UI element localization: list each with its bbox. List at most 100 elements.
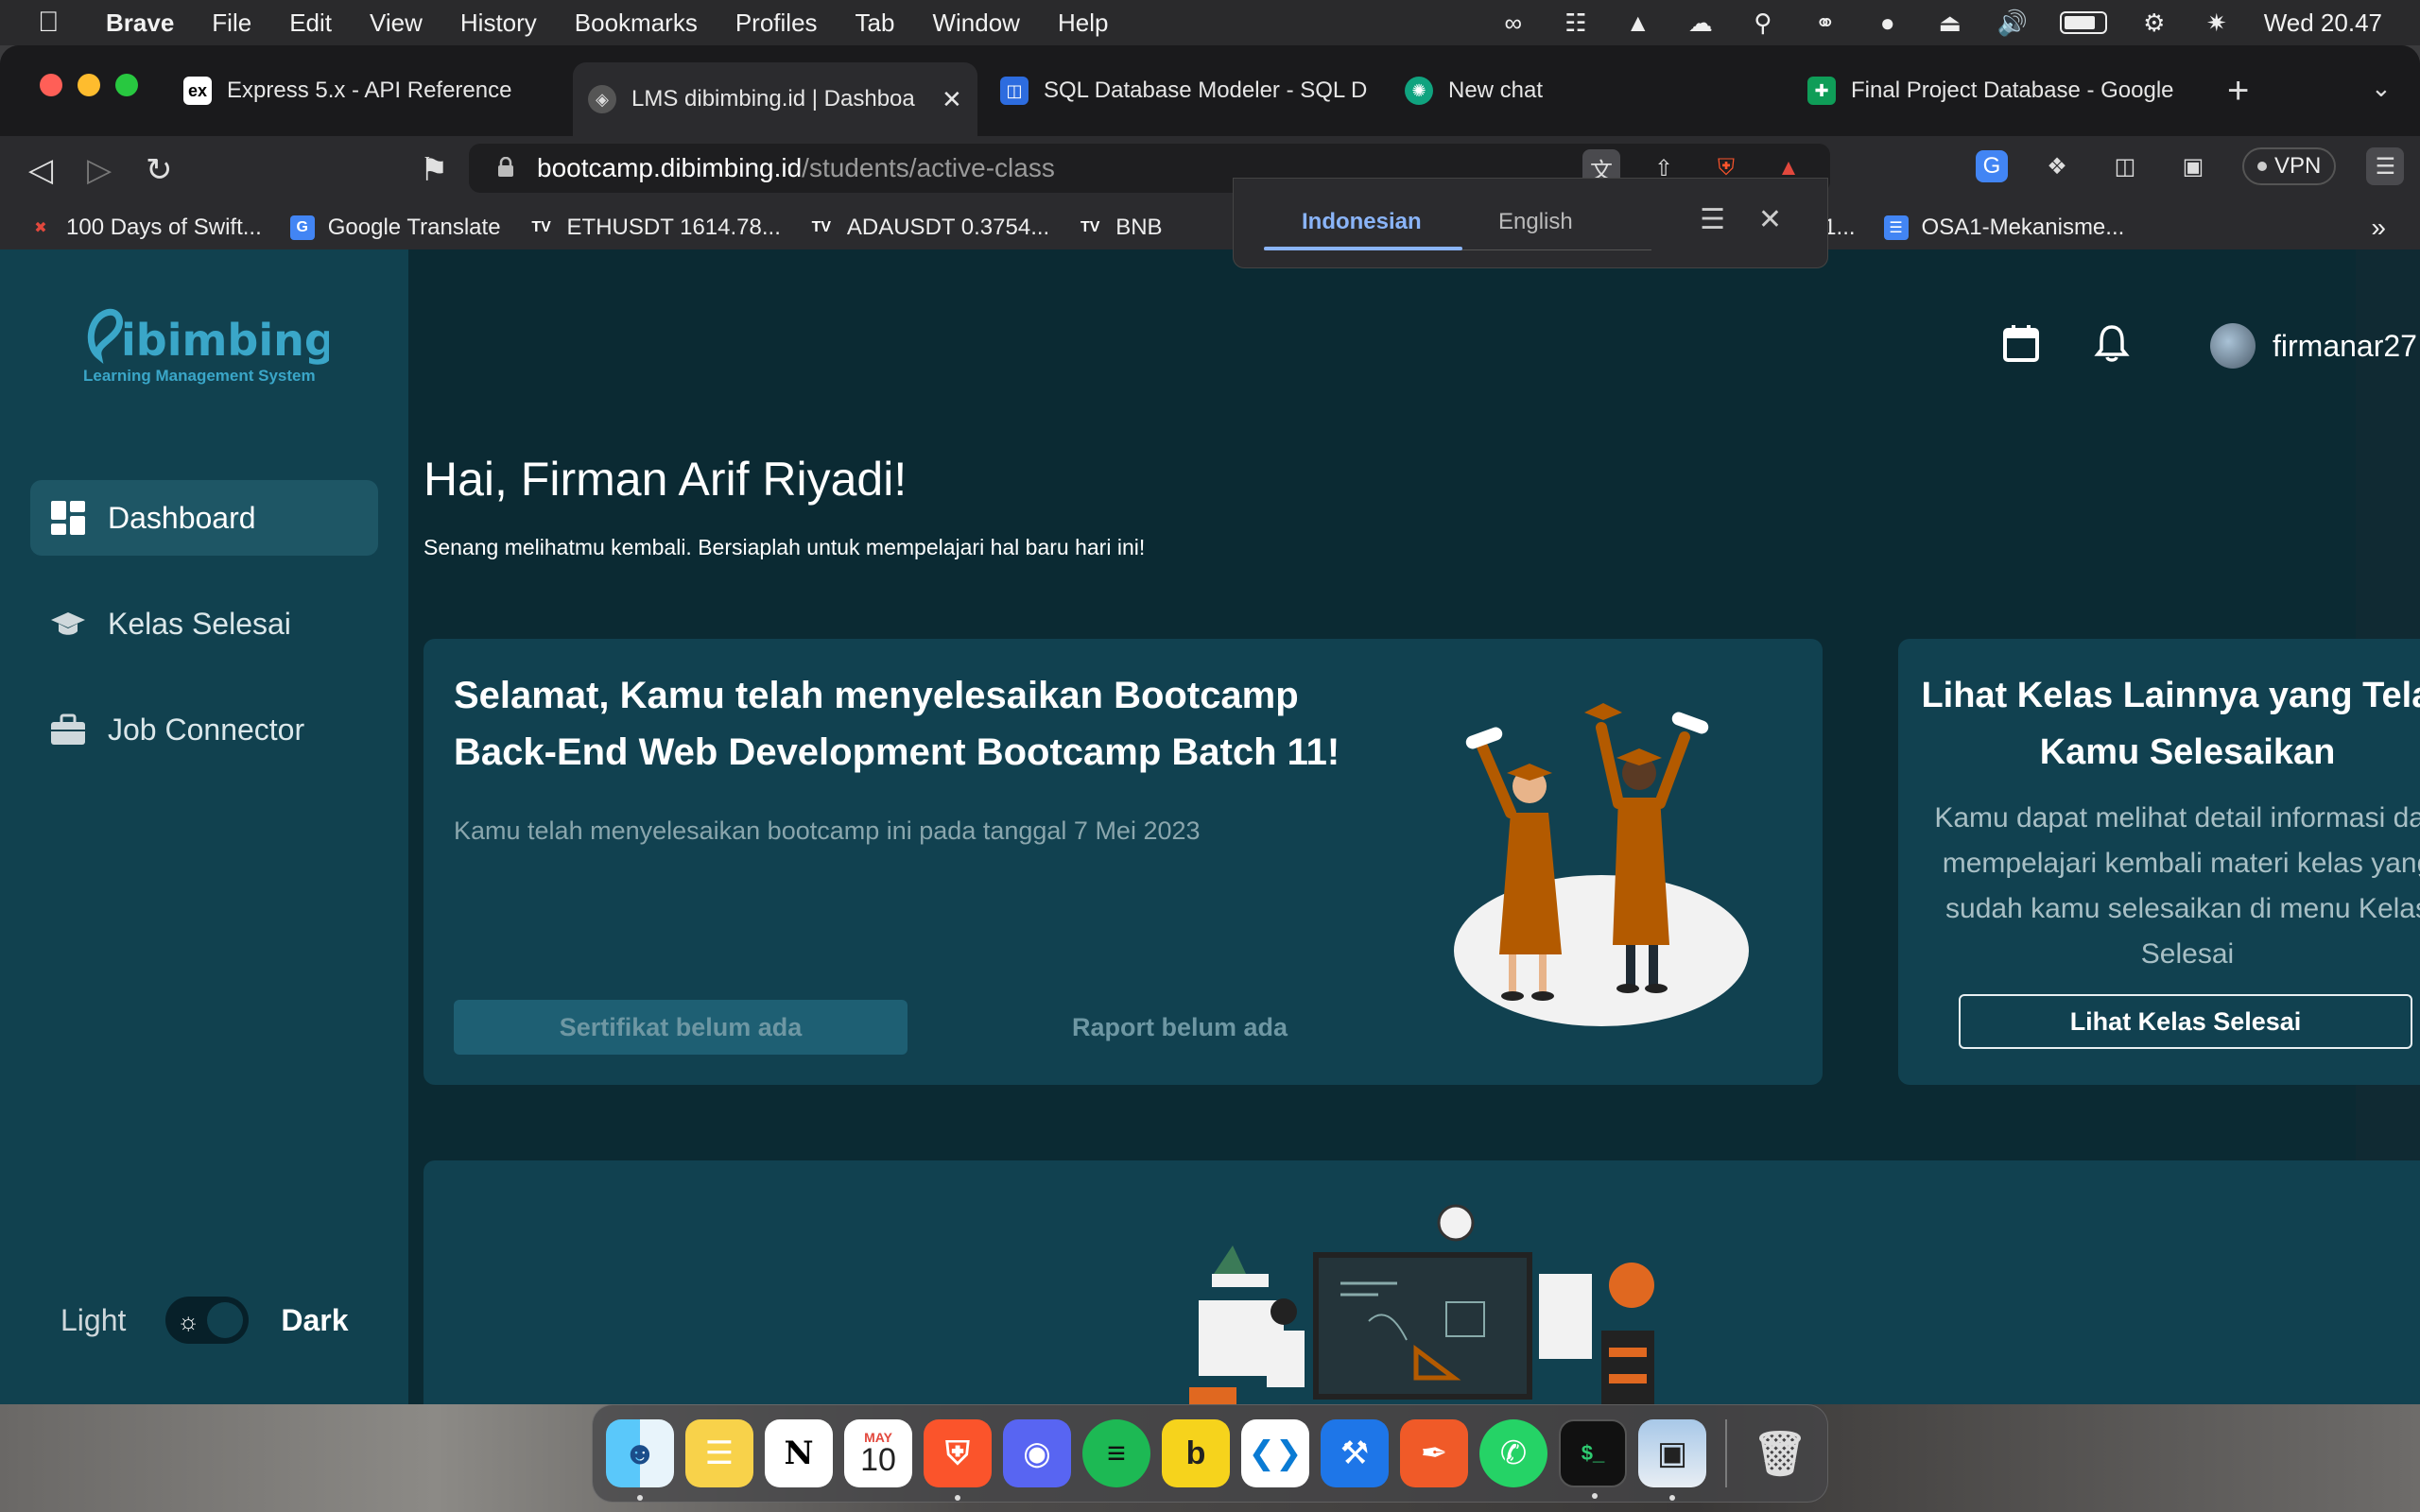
menu-help[interactable]: Help: [1058, 9, 1108, 38]
tab-express-api[interactable]: ex Express 5.x - API Reference: [168, 62, 527, 119]
sidebar-item-dashboard[interactable]: Dashboard: [30, 480, 378, 556]
reload-icon[interactable]: ↻: [146, 151, 173, 189]
bookmark-google-translate[interactable]: G Google Translate: [289, 215, 501, 241]
menubar-clock[interactable]: Wed 20.47: [2264, 9, 2382, 38]
apple-menu-icon[interactable]: : [38, 7, 76, 39]
new-tab-plus-icon[interactable]: +: [2227, 70, 2249, 112]
menu-profiles[interactable]: Profiles: [735, 9, 818, 38]
calendar-button[interactable]: [2002, 323, 2040, 363]
other-classes-title: Lihat Kelas Lainnya yang Telah Kamu Sele…: [1921, 676, 2420, 772]
browser-toolbar: ◁ ▷ ↻ ⚑ bootcamp.dibimbing.id/students/a…: [0, 136, 2420, 200]
theme-light-label: Light: [60, 1302, 127, 1337]
dashboard-grid-icon: [51, 501, 85, 535]
teacher-classroom-illustration: [1189, 1204, 1654, 1404]
hamburger-menu-icon[interactable]: ☰: [2366, 147, 2405, 185]
user-menu[interactable]: firmanar27: [2210, 323, 2417, 369]
tab-sql-modeler[interactable]: ◫ SQL Database Modeler - SQL D: [985, 62, 1393, 119]
menu-bookmarks[interactable]: Bookmarks: [575, 9, 698, 38]
theme-toggle[interactable]: ☼: [165, 1297, 250, 1344]
brave-browser-icon[interactable]: ⛨: [924, 1419, 992, 1501]
eject-icon[interactable]: ⏏: [1935, 9, 1965, 37]
google-docs-icon: ☰: [1883, 215, 1909, 240]
menu-window[interactable]: Window: [932, 9, 1019, 38]
sidebar-item-job-connector[interactable]: Job Connector: [30, 692, 378, 767]
bookmark-osa1[interactable]: ☰ OSA1-Mekanisme...: [1883, 215, 2124, 241]
bookmarks-bar: ✖ 100 Days of Swift... G Google Translate …: [0, 200, 2420, 255]
preview-icon[interactable]: ▣: [1638, 1419, 1706, 1501]
tab-lms-dashboard[interactable]: ◈ LMS dibimbing.id | Dashboa ✕: [573, 62, 977, 136]
spotify-icon[interactable]: ≡: [1082, 1419, 1150, 1487]
notion-icon[interactable]: N: [765, 1419, 833, 1487]
tab-final-project-db[interactable]: ✚ Final Project Database - Google: [1792, 62, 2206, 119]
minimize-window-button[interactable]: [78, 74, 100, 96]
sun-icon: ☼: [177, 1307, 200, 1335]
zoom-window-button[interactable]: [115, 74, 138, 96]
vpn-button[interactable]: VPN: [2242, 147, 2337, 185]
bookmark-label: ETHUSDT 1614.78...: [566, 215, 781, 240]
bookmark-ethusdt[interactable]: TV ETHUSDT 1614.78...: [529, 215, 781, 241]
certificate-button[interactable]: Sertifikat belum ada: [454, 1000, 908, 1055]
bitwarden-icon[interactable]: b: [1162, 1419, 1230, 1487]
menu-file[interactable]: File: [212, 9, 251, 38]
translate-options-menu-icon[interactable]: ☰: [1700, 203, 1725, 236]
extensions-puzzle-icon[interactable]: ❖: [2038, 147, 2076, 185]
whatsapp-icon[interactable]: ✆: [1479, 1419, 1547, 1487]
vpn-globe-icon[interactable]: ☷: [1561, 9, 1591, 37]
translate-close-icon[interactable]: ✕: [1758, 203, 1782, 236]
siri-icon[interactable]: ✷: [2202, 9, 2232, 37]
translate-lang-english[interactable]: English: [1498, 209, 1573, 235]
report-button[interactable]: Raport belum ada: [1010, 1000, 1350, 1055]
google-translate-extension-icon[interactable]: G: [1976, 150, 2008, 182]
creative-cloud-icon[interactable]: ∞: [1498, 9, 1529, 37]
url-text[interactable]: bootcamp.dibimbing.id/students/active-cl…: [537, 153, 1055, 183]
tab-close-icon[interactable]: ✕: [942, 85, 962, 114]
postman-icon[interactable]: ✒: [1400, 1419, 1468, 1487]
battery-icon[interactable]: [2059, 11, 2107, 34]
discord-icon[interactable]: ◉: [1003, 1419, 1071, 1487]
bookmark-bnb[interactable]: TV BNB: [1078, 215, 1163, 241]
drive-icon[interactable]: ▲: [1623, 9, 1653, 37]
tab-new-chat[interactable]: ✺ New chat: [1390, 62, 1558, 119]
calendar-app-icon[interactable]: MAY 10: [844, 1419, 912, 1487]
bookmarks-overflow-chevron-icon[interactable]: »: [2371, 213, 2386, 243]
tradingview-icon: TV: [1080, 219, 1100, 235]
glasses-icon[interactable]: ⚭: [1810, 9, 1841, 37]
menu-view[interactable]: View: [370, 9, 423, 38]
dibimbing-logo[interactable]: ibimbing Learning Management System: [83, 289, 336, 393]
notes-icon[interactable]: ☰: [685, 1419, 753, 1487]
translate-active-underline: [1264, 247, 1462, 250]
volume-icon[interactable]: 🔊: [1997, 9, 2028, 37]
bookmark-icon[interactable]: ⚑: [420, 151, 448, 189]
control-center-icon[interactable]: ⚙: [2139, 9, 2169, 37]
translate-lang-indonesian[interactable]: Indonesian: [1302, 209, 1422, 235]
trash-icon[interactable]: 🗑: [1746, 1419, 1814, 1487]
vscode-icon[interactable]: ❮❯: [1241, 1419, 1309, 1487]
tab-label: Express 5.x - API Reference: [227, 77, 512, 103]
logo-tagline: Learning Management System: [83, 367, 316, 385]
menu-tab[interactable]: Tab: [856, 9, 895, 38]
notification-button[interactable]: [2093, 323, 2131, 363]
finder-icon[interactable]: ☻: [606, 1419, 674, 1501]
menu-app-name[interactable]: Brave: [106, 9, 174, 38]
spotlight-search-icon[interactable]: ⚲: [1748, 9, 1778, 37]
forward-arrow-icon[interactable]: ▷: [87, 151, 112, 189]
lms-sidebar: [0, 249, 408, 1404]
close-window-button[interactable]: [40, 74, 62, 96]
bookmark-adausdt[interactable]: TV ADAUSDT 0.3754...: [809, 215, 1050, 241]
wallet-icon[interactable]: ▣: [2174, 147, 2212, 185]
view-completed-classes-button[interactable]: Lihat Kelas Selesai: [1959, 994, 2412, 1049]
bookmark-100-days-swift[interactable]: ✖ 100 Days of Swift...: [28, 215, 261, 241]
xcode-icon[interactable]: ⚒: [1321, 1419, 1389, 1487]
tab-list-chevron-down-icon[interactable]: ⌄: [2371, 74, 2392, 103]
dock-separator: [1725, 1419, 1727, 1487]
terminal-icon[interactable]: $_: [1559, 1419, 1627, 1499]
menu-history[interactable]: History: [460, 9, 537, 38]
sidebar-panel-icon[interactable]: ◫: [2106, 147, 2144, 185]
incognito-icon[interactable]: ●: [1873, 9, 1903, 37]
tab-label: Final Project Database - Google: [1851, 77, 2174, 103]
svg-text:ibimbing: ibimbing: [121, 315, 329, 366]
sidebar-item-kelas-selesai[interactable]: Kelas Selesai: [30, 586, 378, 662]
menu-edit[interactable]: Edit: [289, 9, 332, 38]
back-arrow-icon[interactable]: ◁: [28, 151, 53, 189]
cloud-icon[interactable]: ☁: [1685, 9, 1716, 37]
